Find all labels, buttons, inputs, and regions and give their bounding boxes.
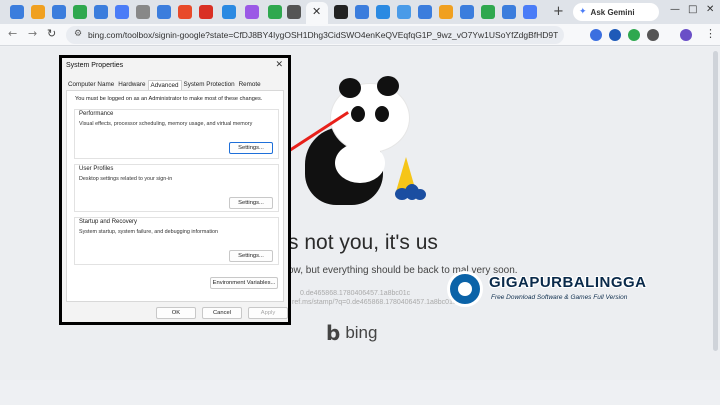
tab-favicon-19[interactable] bbox=[418, 5, 432, 19]
tab-favicon-13[interactable] bbox=[268, 5, 282, 19]
performance-label: Performance bbox=[79, 111, 114, 117]
tab-advanced[interactable]: Advanced bbox=[147, 80, 182, 90]
user-profiles-settings-button[interactable]: Settings... bbox=[229, 197, 273, 209]
apply-button[interactable]: Apply bbox=[248, 307, 288, 319]
reload-icon[interactable]: ↻ bbox=[47, 27, 56, 40]
tab-favicon-20[interactable] bbox=[439, 5, 453, 19]
tab-hardware[interactable]: Hardware bbox=[116, 80, 147, 90]
panda-belly bbox=[335, 143, 385, 183]
tab-favicon-3[interactable] bbox=[52, 5, 66, 19]
tab-favicon-2[interactable] bbox=[31, 5, 45, 19]
new-tab-icon[interactable]: + bbox=[553, 4, 564, 19]
active-tab[interactable]: ✕ bbox=[306, 2, 328, 24]
cancel-button[interactable]: Cancel bbox=[202, 307, 242, 319]
tab-favicon-21[interactable] bbox=[460, 5, 474, 19]
maximize-icon[interactable]: □ bbox=[688, 4, 697, 15]
tab-favicon-11[interactable] bbox=[222, 5, 236, 19]
bing-mark-icon: b bbox=[326, 321, 341, 345]
user-profiles-description: Desktop settings related to your sign-in bbox=[79, 176, 173, 182]
tab-favicon-7[interactable] bbox=[136, 5, 150, 19]
profile-avatar[interactable] bbox=[680, 29, 692, 41]
address-bar[interactable]: ⚙ bing.com/toolbox/signin-google?state=C… bbox=[66, 26, 564, 44]
performance-description: Visual effects, processor scheduling, me… bbox=[79, 121, 253, 127]
extension-icon-4[interactable] bbox=[647, 29, 659, 41]
panda-ear bbox=[339, 78, 361, 98]
panda-eye bbox=[351, 106, 365, 122]
bing-wordmark: bing bbox=[345, 323, 378, 342]
tab-favicon-5[interactable] bbox=[94, 5, 108, 19]
site-info-icon[interactable]: ⚙ bbox=[74, 29, 82, 39]
tab-computer-name[interactable]: Computer Name bbox=[66, 80, 116, 90]
environment-variables-button[interactable]: Environment Variables... bbox=[210, 277, 278, 289]
dialog-tabs: Computer Name Hardware Advanced System P… bbox=[66, 80, 263, 90]
debris bbox=[414, 189, 426, 200]
scrollbar[interactable] bbox=[713, 51, 718, 351]
tab-favicon-10[interactable] bbox=[199, 5, 213, 19]
extension-icon-3[interactable] bbox=[628, 29, 640, 41]
minimize-icon[interactable]: — bbox=[670, 4, 680, 15]
tab-remote[interactable]: Remote bbox=[237, 80, 263, 90]
performance-group: Performance Visual effects, processor sc… bbox=[74, 109, 279, 159]
browser-tab-strip: ✕ + ✦ Ask Gemini — □ ✕ bbox=[0, 0, 720, 24]
startup-recovery-settings-button[interactable]: Settings... bbox=[229, 250, 273, 262]
watermark-logo bbox=[447, 271, 483, 307]
watermark-title: GIGAPURBALINGGA bbox=[489, 274, 647, 291]
tab-favicon-4[interactable] bbox=[73, 5, 87, 19]
watermark-tagline: Free Download Software & Games Full Vers… bbox=[491, 294, 628, 301]
extension-icon-1[interactable] bbox=[590, 29, 602, 41]
close-icon[interactable]: ✕ bbox=[312, 5, 321, 18]
watermark: GIGAPURBALINGGA Free Download Software &… bbox=[447, 271, 659, 311]
startup-recovery-label: Startup and Recovery bbox=[79, 219, 138, 225]
tab-favicon-1[interactable] bbox=[10, 5, 24, 19]
advanced-tab-panel: You must be logged on as an Administrato… bbox=[66, 90, 284, 302]
user-profiles-label: User Profiles bbox=[79, 166, 114, 172]
ask-gemini-label: Ask Gemini bbox=[590, 7, 635, 17]
performance-settings-button[interactable]: Settings... bbox=[229, 142, 273, 154]
tab-favicon-17[interactable] bbox=[376, 5, 390, 19]
tab-favicon-8[interactable] bbox=[157, 5, 171, 19]
panda-eye bbox=[375, 106, 389, 122]
startup-recovery-description: System startup, system failure, and debu… bbox=[79, 229, 219, 235]
back-icon[interactable]: ← bbox=[8, 27, 17, 40]
error-headline: s not you, it's us bbox=[288, 231, 438, 254]
tab-favicon-6[interactable] bbox=[115, 5, 129, 19]
browser-toolbar: ← → ↻ ⚙ bing.com/toolbox/signin-google?s… bbox=[0, 24, 720, 46]
panda-ear bbox=[377, 76, 399, 96]
ok-button[interactable]: OK bbox=[156, 307, 196, 319]
watermark-logo-center bbox=[458, 282, 472, 296]
reference-link[interactable]: ref.ms/stamp/?q=0.de465868.1780406457.1a… bbox=[292, 299, 456, 306]
tab-favicon-24[interactable] bbox=[523, 5, 537, 19]
tab-favicon-22[interactable] bbox=[481, 5, 495, 19]
admin-note: You must be logged on as an Administrato… bbox=[75, 96, 263, 102]
dialog-title: System Properties bbox=[66, 62, 124, 69]
extension-icon-2[interactable] bbox=[609, 29, 621, 41]
system-properties-dialog: System Properties ✕ Computer Name Hardwa… bbox=[59, 55, 291, 325]
tab-favicon-12[interactable] bbox=[245, 5, 259, 19]
tab-favicon-23[interactable] bbox=[502, 5, 516, 19]
dialog-close-icon[interactable]: ✕ bbox=[275, 60, 283, 70]
tab-favicon-15[interactable] bbox=[334, 5, 348, 19]
ask-gemini-button[interactable]: ✦ Ask Gemini bbox=[573, 3, 659, 21]
menu-icon[interactable]: ⋮ bbox=[705, 27, 716, 40]
url-text[interactable]: bing.com/toolbox/signin-google?state=CfD… bbox=[88, 30, 558, 40]
tab-favicon-16[interactable] bbox=[355, 5, 369, 19]
reference-id: 0.de465868.1780406457.1a8bc01c bbox=[300, 290, 411, 297]
tab-system-protection[interactable]: System Protection bbox=[182, 80, 237, 90]
bing-logo: b bing bbox=[326, 321, 377, 345]
user-profiles-group: User Profiles Desktop settings related t… bbox=[74, 164, 279, 212]
window-close-icon[interactable]: ✕ bbox=[706, 4, 714, 15]
tab-favicon-14[interactable] bbox=[287, 5, 301, 19]
startup-recovery-group: Startup and Recovery System startup, sys… bbox=[74, 217, 279, 265]
tab-favicon-9[interactable] bbox=[178, 5, 192, 19]
tab-favicon-18[interactable] bbox=[397, 5, 411, 19]
forward-icon[interactable]: → bbox=[28, 27, 37, 40]
gemini-icon: ✦ bbox=[579, 7, 587, 17]
